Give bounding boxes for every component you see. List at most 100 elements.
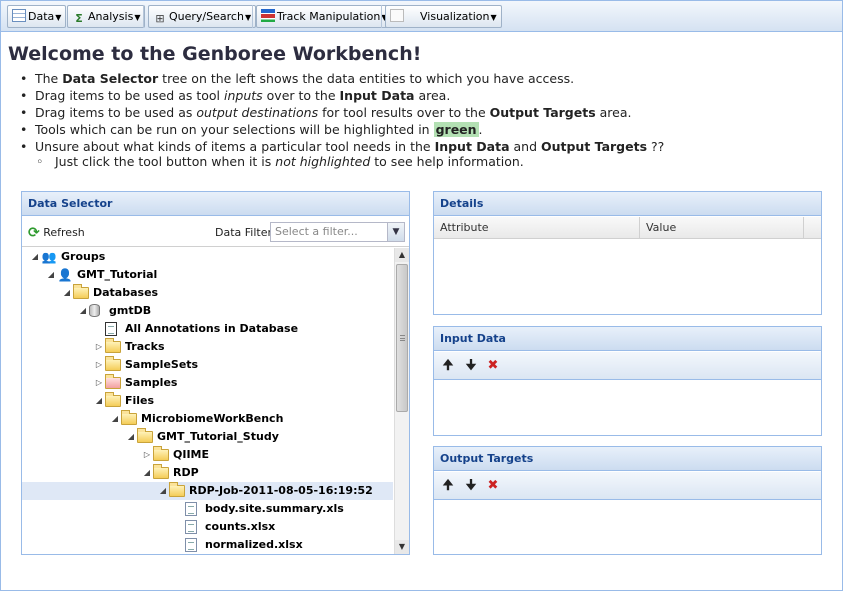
expand-toggle-icon[interactable]: ▷ <box>94 356 104 374</box>
input-data-panel[interactable]: Input Data 🠉 🠋 ✖ <box>433 326 822 436</box>
folder-icon <box>105 392 121 407</box>
visualization-menu-button[interactable]: Visualization▼ <box>385 5 502 28</box>
instruction-item: Drag items to be used as output destinat… <box>20 104 830 121</box>
move-down-icon[interactable]: 🠋 <box>463 358 479 374</box>
scroll-down-icon[interactable]: ▼ <box>395 540 409 554</box>
file-icon <box>185 502 197 516</box>
tree-node[interactable]: ◢ Files <box>22 392 393 410</box>
dropdown-arrow-icon: ▼ <box>244 13 252 22</box>
tree-node[interactable]: ◢ RDP <box>22 464 393 482</box>
tree-node-label: counts.xlsx <box>205 520 276 533</box>
file-icon <box>185 538 197 552</box>
tree-node[interactable]: ◢ Databases <box>22 284 393 302</box>
tree-node-label: Groups <box>61 250 106 263</box>
grip-icon <box>400 335 405 341</box>
binoculars-icon: ⊞ <box>155 12 165 25</box>
tree-node[interactable]: counts.xlsx <box>22 518 393 536</box>
group-icon: 👤 <box>57 268 73 282</box>
tree-node[interactable]: ▷ SampleSets <box>22 356 393 374</box>
attribute-column-header[interactable]: Attribute <box>434 217 640 239</box>
data-filter-label: Data Filter: <box>215 226 276 239</box>
move-down-icon[interactable]: 🠋 <box>463 478 479 494</box>
query-search-menu-button[interactable]: ⊞ Query/Search▼ <box>148 5 257 28</box>
output-targets-toolbar: 🠉 🠋 ✖ <box>434 472 821 500</box>
expand-toggle-icon[interactable]: ▷ <box>94 374 104 392</box>
visualization-icon <box>390 9 404 22</box>
expand-toggle-icon[interactable]: ▷ <box>94 338 104 356</box>
tree-node-label: RDP <box>173 466 199 479</box>
green-highlight-sample: green <box>433 122 479 137</box>
output-targets-title: Output Targets <box>434 447 821 471</box>
tracks-icon <box>261 9 275 22</box>
folder-icon <box>153 464 169 479</box>
collapse-toggle-icon[interactable]: ◢ <box>46 266 56 284</box>
file-icon <box>185 520 197 534</box>
toolbar-separator <box>252 5 253 28</box>
table-icon <box>12 9 26 22</box>
folder-icon <box>105 356 121 371</box>
tree-node[interactable]: ▷ Samples <box>22 374 393 392</box>
tree-node[interactable]: ▷ Tracks <box>22 338 393 356</box>
refresh-icon: ⟳ <box>28 225 40 241</box>
tree-node-label: MicrobiomeWorkBench <box>141 412 284 425</box>
collapse-toggle-icon[interactable]: ◢ <box>158 482 168 500</box>
collapse-toggle-icon[interactable]: ◢ <box>78 302 88 320</box>
analysis-icon: Σ <box>75 12 83 25</box>
tree-node[interactable]: ▷ QIIME <box>22 446 393 464</box>
tree-node[interactable]: All Annotations in Database <box>22 320 393 338</box>
analysis-menu-button[interactable]: Σ Analysis▼ <box>67 5 146 28</box>
move-up-icon[interactable]: 🠉 <box>440 358 456 374</box>
collapse-toggle-icon[interactable]: ◢ <box>62 284 72 302</box>
instruction-item: Unsure about what kinds of items a parti… <box>20 138 830 155</box>
tree-node-label: QIIME <box>173 448 209 461</box>
scroll-up-icon[interactable]: ▲ <box>395 248 409 262</box>
collapse-toggle-icon[interactable]: ◢ <box>30 248 40 266</box>
data-tree: ◢ 👥 Groups ◢ 👤 GMT_Tutorial ◢ Databases ◢ gmtDB Al… <box>22 248 393 554</box>
tree-node-label: All Annotations in Database <box>125 322 299 335</box>
tree-node[interactable]: ◢ GMT_Tutorial_Study <box>22 428 393 446</box>
data-selector-panel: Data Selector ⟳ Refresh Data Filter: Sel… <box>21 191 410 555</box>
tree-node[interactable]: normalized.xlsx <box>22 536 393 554</box>
main-toolbar: Data▼ Σ Analysis▼ ⊞ Query/Search▼ Track Ma… <box>1 1 842 32</box>
data-filter-select[interactable]: Select a filter... ▼ <box>270 222 405 242</box>
remove-icon[interactable]: ✖ <box>485 358 501 374</box>
welcome-instructions: The Data Selector tree on the left shows… <box>20 70 830 170</box>
instruction-sub-item: Just click the tool button when it is no… <box>20 155 830 170</box>
collapse-toggle-icon[interactable]: ◢ <box>126 428 136 446</box>
tree-node[interactable]: ◢ RDP-Job-2011-08-05-16:19:52 <box>22 482 393 500</box>
collapse-toggle-icon[interactable]: ◢ <box>142 464 152 482</box>
tree-node-label: normalized.xlsx <box>205 538 303 551</box>
tree-node-label: SampleSets <box>125 358 199 371</box>
tree-node[interactable]: ◢ 👥 Groups <box>22 248 393 266</box>
expand-toggle-icon[interactable]: ▷ <box>142 446 152 464</box>
tree-node[interactable]: ◢ MicrobiomeWorkBench <box>22 410 393 428</box>
move-up-icon[interactable]: 🠉 <box>440 478 456 494</box>
folder-icon <box>153 446 169 461</box>
output-targets-panel[interactable]: Output Targets 🠉 🠋 ✖ <box>433 446 822 555</box>
tree-node[interactable]: ◢ gmtDB <box>22 302 393 320</box>
tree-scrollbar[interactable]: ▲ ▼ <box>394 248 409 554</box>
collapse-toggle-icon[interactable]: ◢ <box>110 410 120 428</box>
refresh-button[interactable]: ⟳ Refresh <box>28 225 85 241</box>
value-column-header[interactable]: Value <box>640 217 804 239</box>
track-manipulation-menu-button[interactable]: Track Manipulation▼ <box>256 5 393 28</box>
details-panel: Details Attribute Value <box>433 191 822 315</box>
dropdown-arrow-icon: ▼ <box>55 13 62 22</box>
folder-icon <box>121 410 137 425</box>
folder-icon <box>105 338 121 353</box>
data-menu-button[interactable]: Data▼ <box>7 5 67 28</box>
collapse-toggle-icon[interactable]: ◢ <box>94 392 104 410</box>
tree-node-label: GMT_Tutorial_Study <box>157 430 279 443</box>
tree-node[interactable]: body.site.summary.xls <box>22 500 393 518</box>
input-data-title: Input Data <box>434 327 821 351</box>
tree-node[interactable]: ◢ 👤 GMT_Tutorial <box>22 266 393 284</box>
remove-icon[interactable]: ✖ <box>485 478 501 494</box>
scrollbar-thumb[interactable] <box>396 264 408 412</box>
instruction-item: Tools which can be run on your selection… <box>20 121 830 138</box>
tree-node-label: RDP-Job-2011-08-05-16:19:52 <box>189 484 373 497</box>
data-selector-title: Data Selector <box>22 192 409 216</box>
tree-node-label: Databases <box>93 286 159 299</box>
chevron-down-icon[interactable]: ▼ <box>387 223 404 241</box>
groups-icon: 👥 <box>41 250 57 264</box>
database-icon <box>89 304 100 317</box>
